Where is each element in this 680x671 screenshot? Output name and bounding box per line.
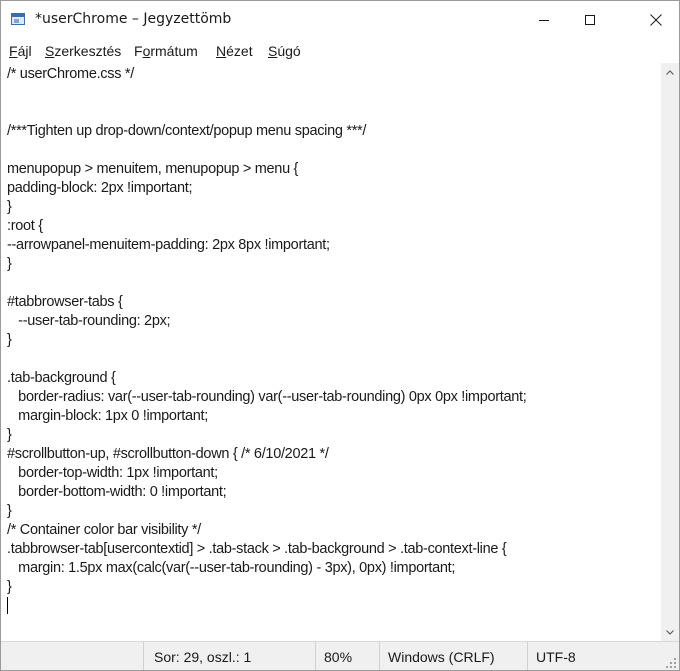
line-ending: Windows (CRLF) — [379, 642, 527, 670]
maximize-button[interactable] — [567, 1, 613, 39]
menu-help[interactable]: Súgó — [268, 43, 301, 59]
menu-file-accel: F — [9, 43, 18, 59]
menu-edit[interactable]: Szerkesztés — [45, 43, 121, 59]
notepad-window: *userChrome – Jegyzettömb Fájl Szerkeszt… — [0, 0, 680, 671]
minimize-icon — [539, 19, 549, 21]
chevron-down-icon — [666, 629, 674, 635]
menu-format[interactable]: Formátum — [134, 43, 198, 59]
menu-help-label: úgó — [277, 43, 301, 59]
editor-content[interactable]: /* userChrome.css */ /***Tighten up drop… — [1, 63, 661, 617]
menu-format-start: F — [134, 43, 143, 59]
close-icon — [650, 14, 662, 26]
text-editor[interactable]: /* userChrome.css */ /***Tighten up drop… — [1, 63, 661, 641]
menu-view-label: ézet — [226, 43, 253, 59]
minimize-button[interactable] — [521, 1, 567, 39]
text-caret — [7, 597, 8, 614]
window-title: *userChrome – Jegyzettömb — [35, 11, 232, 27]
menu-view-accel: N — [216, 43, 227, 59]
title-bar[interactable]: *userChrome – Jegyzettömb — [1, 1, 679, 39]
menu-format-label: rmátum — [150, 43, 198, 59]
vertical-scrollbar[interactable] — [661, 63, 679, 641]
maximize-icon — [585, 15, 595, 25]
scroll-down-button[interactable] — [661, 623, 679, 641]
menu-view[interactable]: Nézet — [216, 43, 253, 59]
notepad-icon[interactable] — [11, 13, 25, 25]
chevron-up-icon — [666, 69, 674, 75]
cursor-position: Sor: 29, oszl.: 1 — [143, 642, 315, 670]
zoom-level: 80% — [315, 642, 379, 670]
editor-text: /* userChrome.css */ /***Tighten up drop… — [7, 66, 527, 595]
menu-file-label: ájl — [17, 43, 32, 59]
encoding: UTF-8 — [527, 642, 679, 670]
status-bar: Sor: 29, oszl.: 1 80% Windows (CRLF) UTF… — [1, 641, 679, 670]
scroll-up-button[interactable] — [661, 63, 679, 81]
resize-grip-icon[interactable] — [665, 657, 677, 669]
menu-edit-accel: S — [45, 43, 55, 59]
menu-help-accel: S — [268, 43, 278, 59]
menu-edit-label: zerkesztés — [54, 43, 122, 59]
menu-file[interactable]: Fájl — [9, 43, 32, 59]
close-button[interactable] — [633, 1, 679, 39]
menu-bar: Fájl Szerkesztés Formátum Nézet Súgó — [1, 39, 679, 63]
